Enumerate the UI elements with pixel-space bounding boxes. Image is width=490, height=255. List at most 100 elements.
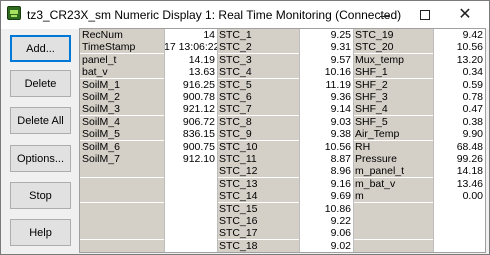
field-name-cell[interactable] (80, 178, 164, 190)
field-name-cell[interactable] (80, 203, 164, 215)
options-button[interactable]: Options... (10, 145, 71, 172)
field-value-cell[interactable]: 10.56 (299, 141, 353, 153)
field-name-cell[interactable] (80, 215, 164, 227)
field-value-cell[interactable]: 17 13:06:22 (164, 41, 219, 53)
field-value-cell[interactable] (433, 240, 485, 252)
field-value-cell[interactable]: 0.38 (433, 116, 485, 128)
field-name-cell[interactable]: STC_13 (217, 178, 299, 190)
field-value-cell[interactable]: 921.12 (164, 103, 217, 115)
field-value-cell[interactable] (164, 240, 217, 252)
field-name-cell[interactable]: SoilM_7 (80, 153, 164, 165)
field-value-cell[interactable]: 906.72 (164, 116, 217, 128)
delete-all-button[interactable]: Delete All (10, 107, 71, 134)
field-value-cell[interactable]: 912.10 (164, 153, 217, 165)
field-name-cell[interactable] (353, 240, 433, 252)
field-value-cell[interactable]: 9.38 (299, 128, 353, 140)
field-name-cell[interactable]: TimeStamp (80, 41, 164, 53)
field-name-cell[interactable]: STC_12 (217, 165, 299, 177)
field-value-cell[interactable]: 9.90 (433, 128, 485, 140)
field-value-cell[interactable] (164, 227, 217, 239)
field-value-cell[interactable]: 9.69 (299, 190, 353, 202)
field-name-cell[interactable]: Pressure (353, 153, 433, 165)
field-value-cell[interactable]: 13.63 (164, 66, 217, 78)
field-value-cell[interactable] (433, 227, 485, 239)
field-value-cell[interactable]: 836.15 (164, 128, 217, 140)
field-value-cell[interactable]: 0.47 (433, 103, 485, 115)
field-value-cell[interactable]: 0.00 (433, 190, 485, 202)
field-name-cell[interactable]: STC_8 (217, 116, 299, 128)
field-name-cell[interactable]: STC_3 (217, 54, 299, 66)
field-value-cell[interactable]: 13.46 (433, 178, 485, 190)
field-value-cell[interactable]: 10.16 (299, 66, 353, 78)
field-value-cell[interactable]: 13.20 (433, 54, 485, 66)
field-value-cell[interactable]: 9.03 (299, 116, 353, 128)
field-value-cell[interactable]: 9.36 (299, 91, 353, 103)
add-button[interactable]: Add... (10, 35, 71, 62)
field-value-cell[interactable]: 9.14 (299, 103, 353, 115)
field-value-cell[interactable]: 11.19 (299, 79, 353, 91)
field-name-cell[interactable]: STC_4 (217, 66, 299, 78)
field-value-cell[interactable] (433, 215, 485, 227)
field-name-cell[interactable] (353, 203, 433, 215)
field-value-cell[interactable]: 14 (164, 29, 217, 41)
field-value-cell[interactable]: 0.59 (433, 79, 485, 91)
field-value-cell[interactable] (433, 203, 485, 215)
field-name-cell[interactable]: Air_Temp (353, 128, 433, 140)
field-value-cell[interactable]: 900.78 (164, 91, 217, 103)
field-name-cell[interactable]: STC_6 (217, 91, 299, 103)
field-name-cell[interactable]: panel_t (80, 54, 164, 66)
field-name-cell[interactable]: STC_18 (217, 240, 299, 252)
maximize-button[interactable] (405, 1, 445, 29)
field-name-cell[interactable]: STC_17 (217, 227, 299, 239)
field-name-cell[interactable]: SoilM_1 (80, 79, 164, 91)
field-name-cell[interactable]: STC_15 (217, 203, 299, 215)
field-name-cell[interactable]: STC_9 (217, 128, 299, 140)
field-name-cell[interactable]: STC_16 (217, 215, 299, 227)
field-value-cell[interactable]: 9.06 (299, 227, 353, 239)
field-value-cell[interactable]: 9.16 (299, 178, 353, 190)
field-name-cell[interactable]: SHF_3 (353, 91, 433, 103)
field-value-cell[interactable]: 900.75 (164, 141, 217, 153)
field-name-cell[interactable]: SHF_1 (353, 66, 433, 78)
field-name-cell[interactable]: STC_11 (217, 153, 299, 165)
field-value-cell[interactable]: 99.26 (433, 153, 485, 165)
field-name-cell[interactable] (353, 215, 433, 227)
help-button[interactable]: Help (10, 219, 71, 246)
delete-button[interactable]: Delete (10, 70, 71, 97)
field-value-cell[interactable]: 0.34 (433, 66, 485, 78)
field-value-cell[interactable] (164, 190, 217, 202)
field-name-cell[interactable]: SoilM_4 (80, 116, 164, 128)
field-name-cell[interactable]: STC_20 (353, 41, 433, 53)
title-bar[interactable]: tz3_CR23X_sm Numeric Display 1: Real Tim… (1, 1, 489, 29)
field-name-cell[interactable]: STC_10 (217, 141, 299, 153)
values-grid[interactable]: RecNum 14 TimeStamp 17 13:06:22 panel_t 14.19… (79, 28, 486, 253)
minimize-button[interactable] (365, 1, 405, 29)
field-name-cell[interactable]: STC_5 (217, 79, 299, 91)
field-name-cell[interactable]: SHF_5 (353, 116, 433, 128)
field-name-cell[interactable] (80, 227, 164, 239)
field-name-cell[interactable]: RH (353, 141, 433, 153)
field-value-cell[interactable] (164, 215, 217, 227)
field-name-cell[interactable]: SHF_4 (353, 103, 433, 115)
field-name-cell[interactable]: bat_v (80, 66, 164, 78)
field-name-cell[interactable]: STC_19 (353, 29, 433, 41)
field-name-cell[interactable]: SoilM_3 (80, 103, 164, 115)
field-value-cell[interactable]: 8.96 (299, 165, 353, 177)
field-value-cell[interactable]: 9.42 (433, 29, 485, 41)
field-value-cell[interactable]: 916.25 (164, 79, 217, 91)
field-name-cell[interactable]: m_bat_v (353, 178, 433, 190)
field-value-cell[interactable]: 14.19 (164, 54, 217, 66)
field-name-cell[interactable] (80, 240, 164, 252)
field-value-cell[interactable] (164, 165, 217, 177)
field-name-cell[interactable] (80, 165, 164, 177)
field-name-cell[interactable]: m (353, 190, 433, 202)
field-value-cell[interactable]: 9.25 (299, 29, 353, 41)
field-value-cell[interactable]: 10.86 (299, 203, 353, 215)
field-value-cell[interactable]: 9.22 (299, 215, 353, 227)
field-name-cell[interactable]: m_panel_t (353, 165, 433, 177)
close-button[interactable]: ✕ (445, 1, 485, 29)
field-name-cell[interactable]: RecNum (80, 29, 164, 41)
field-value-cell[interactable] (164, 203, 217, 215)
field-name-cell[interactable]: SoilM_5 (80, 128, 164, 140)
field-value-cell[interactable]: 14.18 (433, 165, 485, 177)
